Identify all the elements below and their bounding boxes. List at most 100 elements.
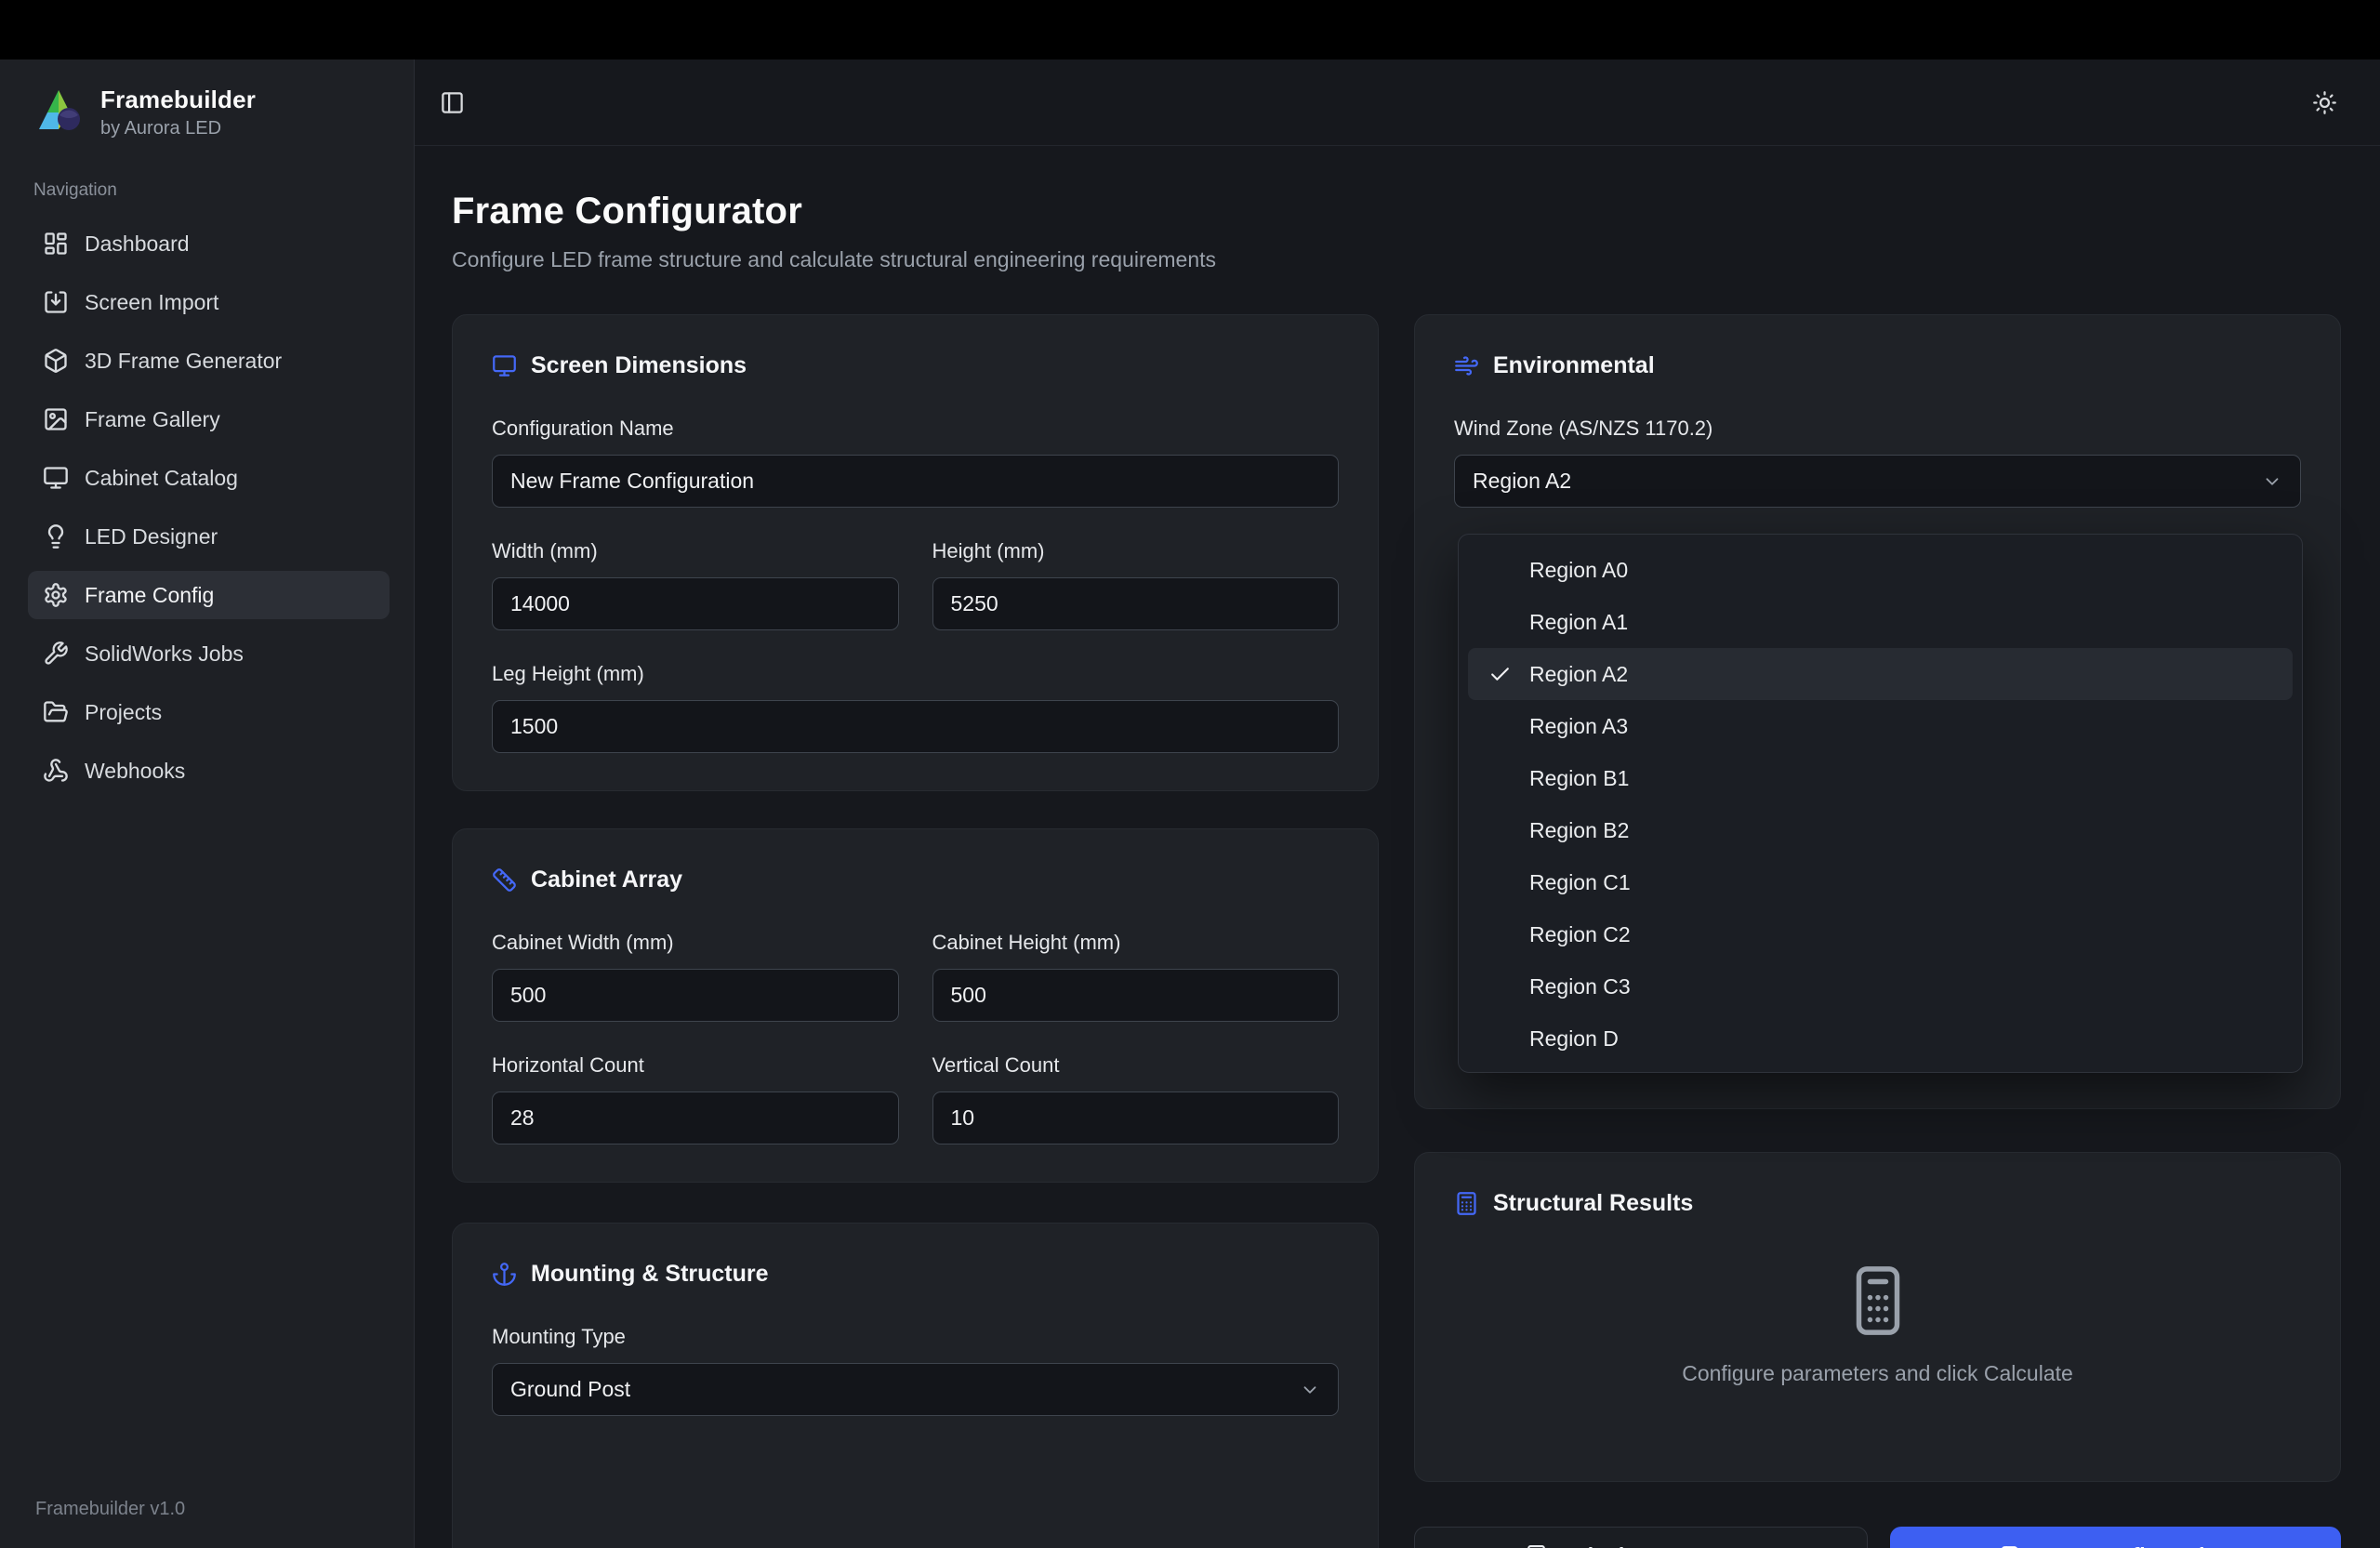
wind-zone-dropdown: Region A0 Region A1 Region A2 Region A3 …: [1458, 534, 2303, 1073]
results-empty-state: Configure parameters and click Calculate: [1454, 1217, 2301, 1444]
width-input[interactable]: [492, 577, 899, 630]
window-chrome-strip: [0, 0, 2380, 60]
card-title: Mounting & Structure: [531, 1261, 769, 1288]
app-title: Framebuilder: [100, 86, 256, 114]
sidebar-item-label: 3D Frame Generator: [85, 349, 282, 374]
sidebar-toggle-button[interactable]: [440, 90, 465, 115]
mounting-structure-card: Mounting & Structure Mounting Type Groun…: [452, 1223, 1379, 1548]
leg-height-label: Leg Height (mm): [492, 662, 1339, 686]
vertical-count-input[interactable]: [932, 1092, 1340, 1144]
height-label: Height (mm): [932, 539, 1340, 563]
vertical-count-label: Vertical Count: [932, 1053, 1340, 1078]
height-input[interactable]: [932, 577, 1340, 630]
option-label: Region C2: [1529, 922, 1631, 947]
dropdown-option[interactable]: Region B2: [1468, 804, 2293, 856]
anchor-icon: [492, 1262, 517, 1287]
nav: Dashboard Screen Import 3D Frame Generat…: [28, 219, 390, 795]
option-label: Region B1: [1529, 766, 1629, 791]
dropdown-option[interactable]: Region A3: [1468, 700, 2293, 752]
leg-height-input[interactable]: [492, 700, 1339, 753]
structural-results-card: Structural Results Configure parameters …: [1414, 1152, 2341, 1482]
main-area: Frame Configurator Configure LED frame s…: [415, 60, 2380, 1548]
sidebar-item-screen-import[interactable]: Screen Import: [28, 278, 390, 326]
option-label: Region A3: [1529, 714, 1628, 739]
page-content: Frame Configurator Configure LED frame s…: [415, 146, 2380, 1548]
config-name-input[interactable]: [492, 455, 1339, 508]
mounting-type-label: Mounting Type: [492, 1325, 1339, 1349]
cabinet-height-input[interactable]: [932, 969, 1340, 1022]
sidebar-item-cabinet-catalog[interactable]: Cabinet Catalog: [28, 454, 390, 502]
save-configuration-label: Save Configuration: [2035, 1543, 2231, 1548]
card-title: Environmental: [1493, 352, 1655, 379]
environmental-card: Environmental Wind Zone (AS/NZS 1170.2) …: [1414, 314, 2341, 1109]
wind-zone-select[interactable]: Region A2: [1454, 455, 2301, 508]
cabinet-height-label: Cabinet Height (mm): [932, 931, 1340, 955]
sidebar-item-solidworks-jobs[interactable]: SolidWorks Jobs: [28, 629, 390, 678]
page-title: Frame Configurator: [452, 191, 2341, 232]
sidebar-item-label: SolidWorks Jobs: [85, 642, 244, 667]
panel-left-icon: [440, 90, 465, 115]
import-icon: [43, 289, 69, 315]
cabinet-width-input[interactable]: [492, 969, 899, 1022]
check-icon: [1488, 663, 1512, 686]
sidebar-item-label: Frame Config: [85, 583, 214, 608]
folder-open-icon: [43, 699, 69, 725]
results-empty-text: Configure parameters and click Calculate: [1682, 1361, 2073, 1386]
sidebar-item-3d-frame-generator[interactable]: 3D Frame Generator: [28, 337, 390, 385]
option-label: Region A0: [1529, 558, 1628, 583]
cabinet-array-card: Cabinet Array Cabinet Width (mm) Cabinet…: [452, 828, 1379, 1183]
framebuilder-logo: [32, 86, 86, 139]
dropdown-option[interactable]: Region B1: [1468, 752, 2293, 804]
sidebar-item-frame-gallery[interactable]: Frame Gallery: [28, 395, 390, 443]
wind-zone-label: Wind Zone (AS/NZS 1170.2): [1454, 417, 2301, 441]
option-label: Region A2: [1529, 662, 1628, 687]
wind-icon: [1454, 353, 1479, 378]
dropdown-option[interactable]: Region C3: [1468, 960, 2293, 1012]
sidebar-item-frame-config[interactable]: Frame Config: [28, 571, 390, 619]
page-subtitle: Configure LED frame structure and calcul…: [452, 247, 2341, 272]
horizontal-count-label: Horizontal Count: [492, 1053, 899, 1078]
sun-icon: [2312, 90, 2337, 115]
app-version: Framebuilder v1.0: [28, 1499, 390, 1520]
screen-dimensions-card: Screen Dimensions Configuration Name Wid…: [452, 314, 1379, 791]
sidebar-item-webhooks[interactable]: Webhooks: [28, 747, 390, 795]
monitor-icon: [492, 353, 517, 378]
dashboard-icon: [43, 231, 69, 257]
card-title: Structural Results: [1493, 1190, 1693, 1217]
mounting-type-select[interactable]: Ground Post: [492, 1363, 1339, 1416]
actions-row: Calculate Structure Save Configuration: [1414, 1527, 2341, 1548]
option-label: Region D: [1529, 1026, 1619, 1052]
dropdown-option-selected[interactable]: Region A2: [1468, 648, 2293, 700]
dropdown-option[interactable]: Region A0: [1468, 544, 2293, 596]
cabinet-width-label: Cabinet Width (mm): [492, 931, 899, 955]
save-icon: [2000, 1544, 2023, 1548]
option-label: Region C3: [1529, 974, 1631, 999]
card-title: Cabinet Array: [531, 867, 682, 893]
theme-toggle-button[interactable]: [2312, 90, 2337, 115]
dropdown-option[interactable]: Region A1: [1468, 596, 2293, 648]
save-configuration-button[interactable]: Save Configuration: [1890, 1527, 2342, 1548]
sidebar-item-label: LED Designer: [85, 524, 218, 549]
monitor-icon: [43, 465, 69, 491]
right-column: Environmental Wind Zone (AS/NZS 1170.2) …: [1414, 314, 2341, 1548]
sidebar-item-dashboard[interactable]: Dashboard: [28, 219, 390, 268]
lightbulb-icon: [43, 523, 69, 549]
cube-icon: [43, 348, 69, 374]
width-label: Width (mm): [492, 539, 899, 563]
option-label: Region A1: [1529, 610, 1628, 635]
sidebar-item-label: Projects: [85, 700, 162, 725]
horizontal-count-input[interactable]: [492, 1092, 899, 1144]
calculate-structure-button[interactable]: Calculate Structure: [1414, 1527, 1868, 1548]
option-label: Region C1: [1529, 870, 1631, 895]
sidebar-item-label: Cabinet Catalog: [85, 466, 238, 491]
nav-section-label: Navigation: [33, 180, 390, 201]
dropdown-option[interactable]: Region C1: [1468, 856, 2293, 908]
sidebar-item-projects[interactable]: Projects: [28, 688, 390, 736]
dropdown-option[interactable]: Region C2: [1468, 908, 2293, 960]
webhook-icon: [43, 758, 69, 784]
dropdown-option[interactable]: Region D: [1468, 1012, 2293, 1065]
wind-zone-value: Region A2: [1473, 469, 1571, 494]
sidebar-item-led-designer[interactable]: LED Designer: [28, 512, 390, 561]
topbar: [415, 60, 2380, 146]
image-icon: [43, 406, 69, 432]
